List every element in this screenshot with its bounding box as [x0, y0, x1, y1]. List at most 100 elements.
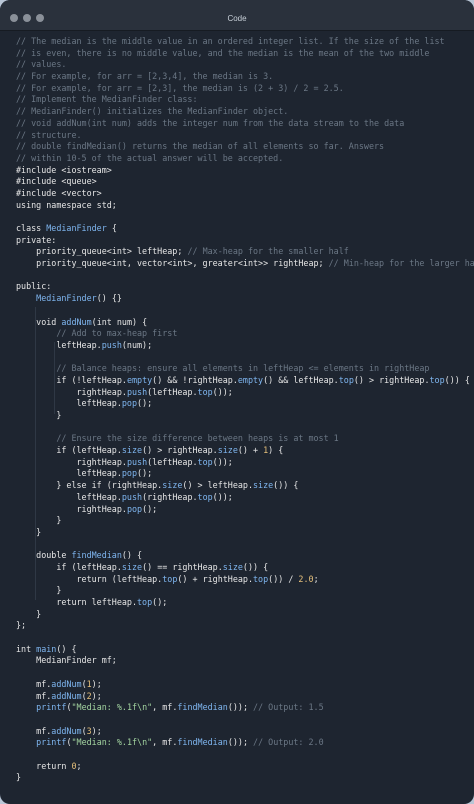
code-text: if (leftHeap. [16, 445, 122, 456]
code-function: empty [126, 374, 153, 385]
code-text: () { [121, 550, 143, 561]
code-line: mf.addNum(1); [16, 679, 470, 691]
code-function: push [101, 339, 122, 350]
code-function: addNum [51, 678, 82, 689]
code-function: empty [237, 374, 264, 385]
code-text: () > rightHeap. [353, 374, 430, 385]
code-line: printf("Median: %.1f\n", mf.findMedian()… [16, 702, 470, 714]
code-line: rightHeap.pop(); [16, 504, 470, 516]
code-comment: // The median is the middle value in an … [16, 36, 445, 46]
code-line: printf("Median: %.1f\n", mf.findMedian()… [16, 737, 470, 749]
code-text: ); [91, 725, 102, 736]
code-function: push [121, 491, 143, 502]
code-text: priority_queue<int> leftHeap; [16, 246, 188, 257]
code-string: "Median: %.1f\n" [71, 737, 153, 748]
code-text: , mf. [152, 737, 178, 748]
code-text: public: [16, 281, 52, 292]
code-line: void addNum(int num) { [16, 317, 470, 329]
code-comment: // Min-heap for the larger half [328, 258, 474, 269]
code-line: // double findMedian() returns the media… [16, 141, 470, 153]
code-function: push [126, 456, 148, 467]
code-line: leftHeap.pop(); [16, 398, 470, 410]
code-text: double [16, 550, 72, 561]
code-editor[interactable]: // The median is the middle value in an … [16, 36, 474, 784]
code-text: ()) { [273, 480, 299, 491]
code-line: mf.addNum(2); [16, 691, 470, 703]
code-line: // within 10-5 of the actual answer will… [16, 153, 470, 165]
code-line: // values. [16, 59, 470, 71]
code-function: top [197, 456, 213, 467]
code-text: () == rightHeap. [142, 561, 223, 572]
code-line: // is even, there is no middle value, an… [16, 48, 470, 60]
code-text: (num); [121, 339, 153, 350]
code-line: }; [16, 620, 470, 632]
code-comment: // double findMedian() returns the media… [16, 141, 385, 152]
code-text: (); [142, 503, 158, 514]
code-text: () + rightHeap. [177, 573, 254, 584]
code-function: main [36, 643, 57, 654]
code-line: } [16, 410, 470, 422]
code-line: // The median is the middle value in an … [16, 36, 470, 48]
code-function: printf [36, 737, 67, 748]
code-function: findMedian [71, 550, 122, 561]
code-text: ()) / [268, 573, 299, 584]
code-text: leftHeap. [16, 491, 122, 502]
code-text: ()); [212, 491, 233, 502]
code-text: rightHeap. [16, 386, 127, 397]
code-line: rightHeap.push(leftHeap.top()); [16, 387, 470, 399]
code-comment: // Balance heaps: ensure all elements in… [56, 363, 430, 374]
code-line: #include <iostream> [16, 165, 470, 177]
code-text: #include <iostream> [16, 164, 112, 175]
code-comment: // values. [16, 59, 67, 70]
code-function: addNum [51, 725, 82, 736]
code-line: rightHeap.push(leftHeap.top()); [16, 457, 470, 469]
code-line: // void addNum(int num) adds the integer… [16, 118, 470, 130]
code-function: printf [36, 702, 67, 713]
code-line: if (!leftHeap.empty() && !rightHeap.empt… [16, 375, 470, 387]
code-text: (leftHeap. [147, 386, 198, 397]
code-text: (leftHeap. [147, 456, 198, 467]
code-function: MedianFinder [36, 293, 97, 304]
code-text: () && !rightHeap. [152, 374, 238, 385]
code-line: #include <queue> [16, 176, 470, 188]
code-text: if (!leftHeap. [16, 374, 127, 385]
code-text: int [16, 643, 37, 654]
code-line: // MedianFinder() initializes the Median… [16, 106, 470, 118]
code-line: // For example, for arr = [2,3,4], the m… [16, 71, 470, 83]
code-text: private: [16, 234, 57, 245]
code-text: MedianFinder mf; [16, 655, 117, 666]
code-text: } [16, 515, 62, 526]
code-line: // Ensure the size difference between he… [16, 433, 470, 445]
code-text: ; [76, 760, 82, 771]
code-text: void [16, 316, 62, 327]
code-text: ()); [212, 456, 233, 467]
code-text: mf. [16, 690, 52, 701]
code-line: double findMedian() { [16, 550, 470, 562]
code-text: () > leftHeap. [182, 480, 253, 491]
code-line: } [16, 515, 470, 527]
title-bar: Code [0, 0, 474, 31]
code-line: } [16, 772, 470, 784]
code-line: leftHeap.push(rightHeap.top()); [16, 492, 470, 504]
code-text: ; [313, 573, 319, 584]
code-line: } [16, 585, 470, 597]
code-line: priority_queue<int, vector<int>, greater… [16, 258, 474, 270]
code-text: (); [152, 597, 168, 607]
code-text: ()) { [242, 561, 269, 572]
code-function: top [253, 573, 269, 584]
code-text: (int num) { [91, 316, 148, 327]
code-line: return (leftHeap.top() + rightHeap.top()… [16, 574, 470, 586]
code-comment: // Max-heap for the smaller half [187, 246, 349, 257]
code-function: top [338, 374, 354, 385]
code-line: // Add to max-heap first [16, 328, 470, 340]
code-text: ()) { [444, 374, 470, 385]
